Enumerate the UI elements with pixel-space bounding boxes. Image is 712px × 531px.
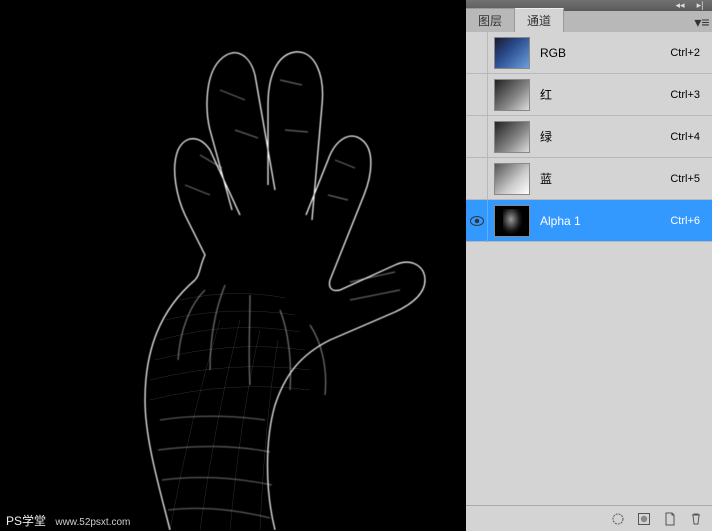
- channel-row-green[interactable]: 绿 Ctrl+4: [466, 116, 712, 158]
- selection-circle-icon: [611, 512, 625, 526]
- channels-panel: ◂◂ ▸| 图层 通道 ▾≡ RGB Ctrl+2 红 Ctrl+3 绿 Ctr…: [466, 0, 712, 531]
- visibility-toggle[interactable]: [466, 200, 488, 242]
- channel-name: RGB: [540, 46, 670, 60]
- watermark-url: www.52psxt.com: [55, 517, 130, 528]
- tab-layers[interactable]: 图层: [466, 8, 515, 32]
- channel-shortcut: Ctrl+6: [670, 215, 700, 227]
- panel-tabs: 图层 通道 ▾≡: [466, 11, 712, 32]
- save-selection-button[interactable]: [632, 509, 656, 529]
- channel-row-rgb[interactable]: RGB Ctrl+2: [466, 32, 712, 74]
- channel-thumbnail: [494, 79, 530, 111]
- new-page-icon: [663, 512, 677, 526]
- load-selection-button[interactable]: [606, 509, 630, 529]
- hand-image: [50, 20, 430, 530]
- channel-thumbnail: [494, 205, 530, 237]
- channel-row-red[interactable]: 红 Ctrl+3: [466, 74, 712, 116]
- visibility-toggle[interactable]: [466, 32, 488, 74]
- tab-channels[interactable]: 通道: [515, 8, 564, 32]
- visibility-toggle[interactable]: [466, 116, 488, 158]
- channel-thumbnail: [494, 121, 530, 153]
- channel-shortcut: Ctrl+5: [670, 173, 700, 185]
- channel-row-alpha1[interactable]: Alpha 1 Ctrl+6: [466, 200, 712, 242]
- visibility-toggle[interactable]: [466, 74, 488, 116]
- eye-icon: [470, 216, 484, 226]
- watermark: PS学堂 www.52psxt.com: [6, 512, 130, 529]
- mask-icon: [637, 512, 651, 526]
- visibility-toggle[interactable]: [466, 158, 488, 200]
- channel-name: 绿: [540, 128, 670, 145]
- delete-channel-button[interactable]: [684, 509, 708, 529]
- expand-icon[interactable]: ▸|: [692, 2, 708, 10]
- channel-shortcut: Ctrl+2: [670, 47, 700, 59]
- channel-thumbnail: [494, 37, 530, 69]
- channel-row-blue[interactable]: 蓝 Ctrl+5: [466, 158, 712, 200]
- collapse-icon[interactable]: ◂◂: [672, 2, 688, 10]
- channel-shortcut: Ctrl+3: [670, 89, 700, 101]
- channel-name: Alpha 1: [540, 214, 670, 228]
- channel-name: 蓝: [540, 170, 670, 187]
- watermark-title: PS学堂: [6, 514, 46, 528]
- channel-thumbnail: [494, 163, 530, 195]
- canvas-area: PS学堂 www.52psxt.com: [0, 0, 466, 531]
- channel-name: 红: [540, 86, 670, 103]
- channel-list: RGB Ctrl+2 红 Ctrl+3 绿 Ctrl+4 蓝 Ctrl+5: [466, 32, 712, 505]
- trash-icon: [689, 512, 703, 526]
- panel-menu-icon[interactable]: ▾≡: [692, 12, 712, 32]
- panel-footer: [466, 505, 712, 531]
- channel-shortcut: Ctrl+4: [670, 131, 700, 143]
- new-channel-button[interactable]: [658, 509, 682, 529]
